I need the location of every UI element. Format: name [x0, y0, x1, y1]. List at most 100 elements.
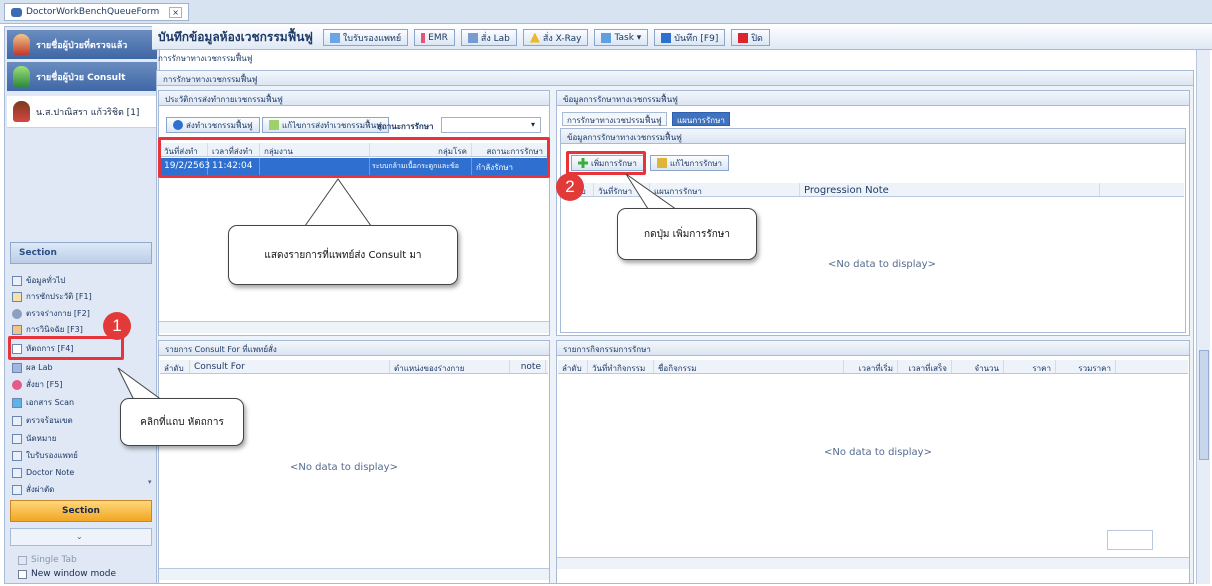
- app-icon: [11, 7, 22, 17]
- sidebar-examined-patients[interactable]: รายชื่อผู้ป่วยที่ตรวจแล้ว: [7, 30, 157, 59]
- column-header[interactable]: ราคา: [1004, 360, 1056, 373]
- single-tab-label: Single Tab: [31, 555, 77, 565]
- sidebar-item-label: Doctor Note: [26, 468, 75, 477]
- section-footer-header[interactable]: Section: [10, 500, 152, 522]
- status-select[interactable]: ▾: [441, 117, 541, 133]
- column-header[interactable]: note: [510, 360, 546, 373]
- column-header[interactable]: ชื่อกิจกรรม: [654, 360, 844, 373]
- save-button[interactable]: บันทึก [F9]: [654, 29, 726, 46]
- sidebar-item-exam[interactable]: ตรวจร่างกาย [F2]: [12, 307, 90, 320]
- section-dropdown[interactable]: ⌄: [10, 528, 152, 546]
- column-header[interactable]: เวลาที่เสร็จ: [898, 360, 952, 373]
- medical-certificate-button[interactable]: ใบรับรองแพทย์: [322, 29, 409, 46]
- callout-procedure-tab: คลิกที่แถบ หัตถการ: [120, 398, 244, 446]
- document-tab-bar: DoctorWorkBenchQueueForm ×: [0, 0, 1212, 24]
- sidebar-item-label: ตรวจร่างกาย [F2]: [26, 309, 90, 318]
- section-scroll-down-icon[interactable]: ▾: [148, 478, 152, 486]
- column-header[interactable]: รวมราคา: [1056, 360, 1116, 373]
- close-icon: [738, 32, 749, 43]
- order-xray-button[interactable]: สั่ง X-Ray: [522, 29, 589, 46]
- sidebar-item-label: สั่งยา [F5]: [26, 380, 63, 389]
- document-tab[interactable]: DoctorWorkBenchQueueForm ×: [4, 3, 189, 21]
- sidebar-item-label: การวินิจฉัย [F3]: [26, 325, 83, 334]
- sidebar-item-label: ตรวจร้อนเขต: [26, 416, 73, 425]
- button-label: สั่ง Lab: [480, 33, 510, 44]
- horizontal-scrollbar[interactable]: [159, 568, 549, 580]
- calendar-icon: [12, 433, 22, 444]
- single-tab-option[interactable]: Single Tab: [18, 555, 77, 565]
- form-icon: [12, 415, 22, 426]
- group-title: การรักษาทางเวชกรรมฟื้นฟู: [157, 71, 1193, 86]
- column-header[interactable]: เวลาที่เริ่ม: [844, 360, 898, 373]
- sidebar-item-surgery[interactable]: สั่งผ่าตัด: [12, 483, 54, 496]
- sidebar-item-lab[interactable]: ผล Lab: [12, 361, 53, 374]
- sidebar-item-label: น.ส.ปาณิสรา แก้วริชิต [1]: [36, 107, 140, 118]
- sidebar-item-general[interactable]: ข้อมูลทั่วไป: [12, 274, 65, 287]
- column-header[interactable]: Consult For: [190, 360, 390, 373]
- task-menu-button[interactable]: Task ▾: [594, 29, 649, 46]
- new-window-checkbox[interactable]: [18, 569, 27, 579]
- new-window-label: New window mode: [31, 569, 117, 579]
- dropdown-arrow-icon: ▾: [530, 120, 535, 129]
- horizontal-scrollbar[interactable]: [159, 321, 549, 333]
- scrollbar-thumb[interactable]: [1199, 350, 1209, 460]
- sidebar-item-appointment[interactable]: นัดหมาย: [12, 432, 56, 445]
- horizontal-scrollbar[interactable]: [557, 557, 1189, 569]
- status-label: สถานะการรักษา: [377, 122, 434, 131]
- flask-icon: [12, 362, 22, 373]
- scan-icon: [12, 397, 22, 408]
- button-label: ส่งทำเวชกรรมฟื้นฟู: [186, 120, 253, 130]
- history-icon: [12, 291, 22, 302]
- tab-treatment-plan[interactable]: แผนการรักษา: [672, 112, 730, 126]
- column-header[interactable]: จำนวน: [952, 360, 1004, 373]
- tab-rehab-treatment[interactable]: การรักษาทางเวชปรรมฟื้นฟู: [562, 112, 667, 126]
- sidebar-item-medication[interactable]: สั่งยา [F5]: [12, 378, 62, 391]
- warning-icon: [529, 32, 540, 43]
- sidebar-item-scan[interactable]: เอกสาร Scan: [12, 396, 74, 409]
- total-summary-box: [1107, 530, 1153, 550]
- callout-add-treatment: กดปุ่ม เพิ่มการรักษา: [617, 208, 757, 260]
- edit-icon: [269, 120, 279, 130]
- surgery-icon: [12, 484, 22, 495]
- edit-treatment-button[interactable]: แก้ไขการรักษา: [650, 155, 730, 171]
- vertical-scrollbar[interactable]: [1196, 50, 1210, 584]
- section-header[interactable]: Section: [10, 242, 152, 264]
- treatment-empty-message: <No data to display>: [828, 259, 936, 270]
- page-subtitle: การรักษาทางเวชกรรมฟื้นฟู: [158, 54, 253, 63]
- button-label: EMR: [428, 32, 448, 43]
- send-rehab-button[interactable]: ส่งทำเวชกรรมฟื้นฟู: [166, 117, 260, 133]
- sidebar-item-label: ผล Lab: [26, 363, 53, 372]
- sidebar-item-certificate[interactable]: ใบรับรองแพทย์: [12, 449, 78, 462]
- sidebar-consult-patients[interactable]: รายชื่อผู้ป่วย Consult: [7, 62, 157, 91]
- chevron-down-icon: ⌄: [76, 532, 83, 541]
- emr-button[interactable]: EMR: [414, 29, 455, 46]
- order-lab-button[interactable]: สั่ง Lab: [460, 29, 517, 46]
- single-tab-checkbox[interactable]: [18, 555, 27, 565]
- button-label: ปิด: [751, 33, 763, 44]
- close-button[interactable]: ปิด: [731, 29, 770, 46]
- doctor-avatar-icon: [13, 34, 30, 55]
- step-2-badge: 2: [556, 173, 584, 201]
- highlight-procedure-tab: [8, 336, 124, 360]
- new-window-option[interactable]: New window mode: [18, 569, 116, 579]
- sidebar-item-label: เอกสาร Scan: [26, 398, 75, 407]
- treatment-plan-title: ข้อมูลการรักษาทางเวชกรรมฟื้นฟู: [561, 129, 1185, 144]
- highlight-referral-row: [158, 137, 550, 178]
- column-header[interactable]: ลำดับ: [558, 360, 588, 373]
- patient-avatar-icon: [13, 101, 30, 122]
- sidebar-item-diagnosis[interactable]: การวินิจฉัย [F3]: [12, 323, 83, 336]
- edit-referral-button[interactable]: แก้ไขการส่งทำเวชกรรมฟื้นฟู: [262, 117, 389, 133]
- sidebar-item-doctor-note[interactable]: Doctor Note: [12, 466, 74, 479]
- column-header[interactable]: Progression Note: [800, 183, 1100, 196]
- activity-panel-title: รายการกิจกรรมการรักษา: [557, 341, 1189, 356]
- column-header[interactable]: วันที่ทำกิจกรรม: [588, 360, 654, 373]
- sidebar-item-history[interactable]: การซักประวัติ [F1]: [12, 290, 92, 303]
- close-tab-icon[interactable]: ×: [169, 6, 182, 18]
- sidebar-item-label: รายชื่อผู้ป่วย Consult: [36, 72, 126, 83]
- certificate-icon: [329, 32, 340, 43]
- column-header[interactable]: ตำแหน่งของร่างกาย: [390, 360, 510, 373]
- doctor-plus-avatar-icon: [13, 66, 30, 87]
- sidebar-patient-entry[interactable]: น.ส.ปาณิสรา แก้วริชิต [1]: [7, 96, 157, 128]
- sidebar-item-check[interactable]: ตรวจร้อนเขต: [12, 414, 73, 427]
- activity-panel: [556, 340, 1190, 584]
